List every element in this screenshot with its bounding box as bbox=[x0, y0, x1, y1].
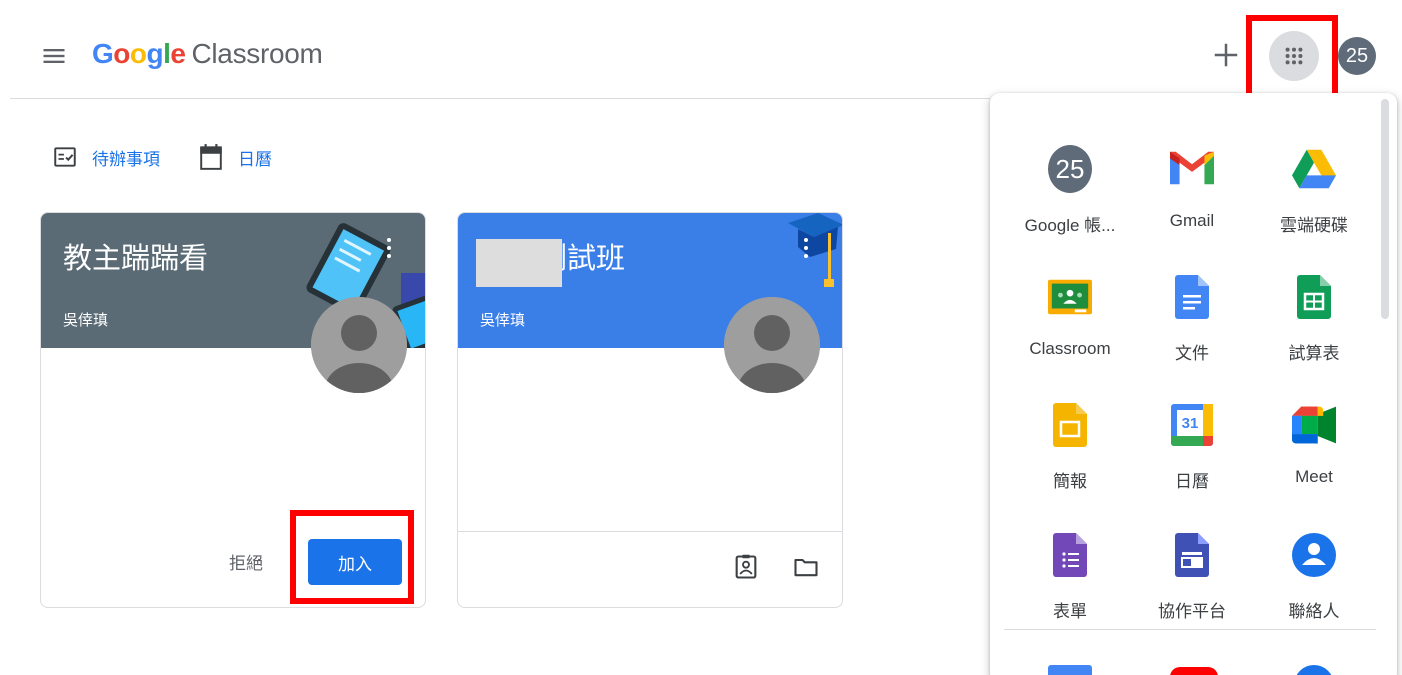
app-docs[interactable]: 文件 bbox=[1130, 255, 1254, 377]
calendar-link[interactable]: 日曆 bbox=[198, 142, 272, 172]
assignments-icon[interactable] bbox=[732, 553, 760, 581]
app-contacts[interactable]: 聯絡人 bbox=[1252, 513, 1376, 635]
app-label: 協作平台 bbox=[1158, 602, 1226, 621]
todo-checklist-icon bbox=[54, 147, 76, 167]
app-label: 簡報 bbox=[1053, 472, 1087, 491]
logo-letter: G bbox=[92, 38, 114, 69]
app-label: 表單 bbox=[1053, 602, 1087, 621]
meet-icon bbox=[1292, 403, 1336, 447]
decline-button[interactable]: 拒絕 bbox=[229, 549, 263, 574]
app-partial-icon[interactable] bbox=[1048, 665, 1092, 675]
app-google-account[interactable]: 25 Google 帳... bbox=[1008, 127, 1132, 249]
teacher-avatar bbox=[724, 297, 820, 393]
main-menu-icon[interactable] bbox=[40, 42, 68, 70]
redacted-area bbox=[476, 239, 562, 287]
google-apps-panel[interactable]: 25 Google 帳... Gmail 雲端硬碟 Classroom 文件 試… bbox=[990, 93, 1397, 675]
app-label: 文件 bbox=[1175, 344, 1209, 363]
app-slides[interactable]: 簡報 bbox=[1008, 383, 1132, 505]
logo-letter: g bbox=[146, 38, 164, 69]
class-title[interactable]: 教主踹踹看 bbox=[63, 235, 208, 277]
docs-icon bbox=[1170, 275, 1214, 319]
join-button-highlight bbox=[290, 510, 414, 604]
account-icon: 25 bbox=[1048, 145, 1092, 193]
person-placeholder-icon bbox=[311, 297, 407, 393]
logo-letter: o bbox=[113, 38, 130, 69]
logo-letter: e bbox=[170, 38, 186, 69]
todo-label: 待辦事項 bbox=[92, 149, 160, 169]
app-drive[interactable]: 雲端硬碟 bbox=[1252, 127, 1376, 249]
app-label: Meet bbox=[1295, 467, 1333, 486]
calendar-app-icon: 31 bbox=[1170, 403, 1214, 447]
app-label: Google 帳... bbox=[1024, 216, 1116, 235]
header-divider bbox=[10, 98, 990, 99]
app-label: 日曆 bbox=[1175, 472, 1209, 491]
logo-letter: o bbox=[129, 38, 147, 69]
app-label: 雲端硬碟 bbox=[1280, 216, 1348, 235]
card-footer-divider bbox=[458, 531, 842, 532]
app-forms[interactable]: 表單 bbox=[1008, 513, 1132, 635]
app-label: 聯絡人 bbox=[1288, 602, 1340, 621]
classroom-icon bbox=[1048, 275, 1092, 319]
google-wordmark: Google bbox=[92, 38, 186, 70]
sites-icon bbox=[1170, 533, 1214, 577]
app-partial-icon[interactable] bbox=[1170, 667, 1218, 675]
app-label: 試算表 bbox=[1288, 344, 1340, 363]
app-gmail[interactable]: Gmail bbox=[1130, 127, 1254, 249]
calendar-icon bbox=[200, 144, 222, 170]
sheets-icon bbox=[1292, 275, 1336, 319]
app-label: Classroom bbox=[1029, 339, 1111, 358]
class-options-icon[interactable] bbox=[379, 231, 399, 265]
app-sheets[interactable]: 試算表 bbox=[1252, 255, 1376, 377]
app-meet[interactable]: Meet bbox=[1252, 383, 1376, 505]
teacher-name: 吳倖瑱 bbox=[63, 312, 109, 329]
app-partial-icon[interactable] bbox=[1294, 665, 1334, 675]
gmail-icon bbox=[1170, 147, 1214, 191]
app-calendar[interactable]: 31 日曆 bbox=[1130, 383, 1254, 505]
panel-divider bbox=[1004, 629, 1376, 630]
drive-icon bbox=[1292, 147, 1336, 191]
app-label: Gmail bbox=[1169, 211, 1215, 230]
app-sites[interactable]: 協作平台 bbox=[1130, 513, 1254, 635]
account-avatar[interactable]: 25 bbox=[1338, 37, 1376, 75]
forms-icon bbox=[1048, 533, 1092, 577]
person-placeholder-icon bbox=[724, 297, 820, 393]
create-join-class-icon[interactable] bbox=[1211, 40, 1241, 70]
app-classroom[interactable]: Classroom bbox=[1008, 255, 1132, 377]
classroom-wordmark: Classroom bbox=[191, 38, 323, 69]
class-card[interactable]: 敦讀測試班 吳倖瑱 bbox=[457, 212, 843, 608]
teacher-name: 吳倖瑱 bbox=[480, 312, 526, 329]
calendar-label: 日曆 bbox=[238, 149, 272, 169]
class-options-icon[interactable] bbox=[796, 231, 816, 265]
teacher-avatar bbox=[311, 297, 407, 393]
slides-icon bbox=[1048, 403, 1092, 447]
google-classroom-logo[interactable]: Google Classroom bbox=[92, 38, 323, 74]
contacts-icon bbox=[1292, 533, 1336, 577]
folder-icon[interactable] bbox=[792, 553, 820, 581]
todo-link[interactable]: 待辦事項 bbox=[52, 142, 160, 172]
panel-scrollbar[interactable] bbox=[1381, 99, 1389, 319]
